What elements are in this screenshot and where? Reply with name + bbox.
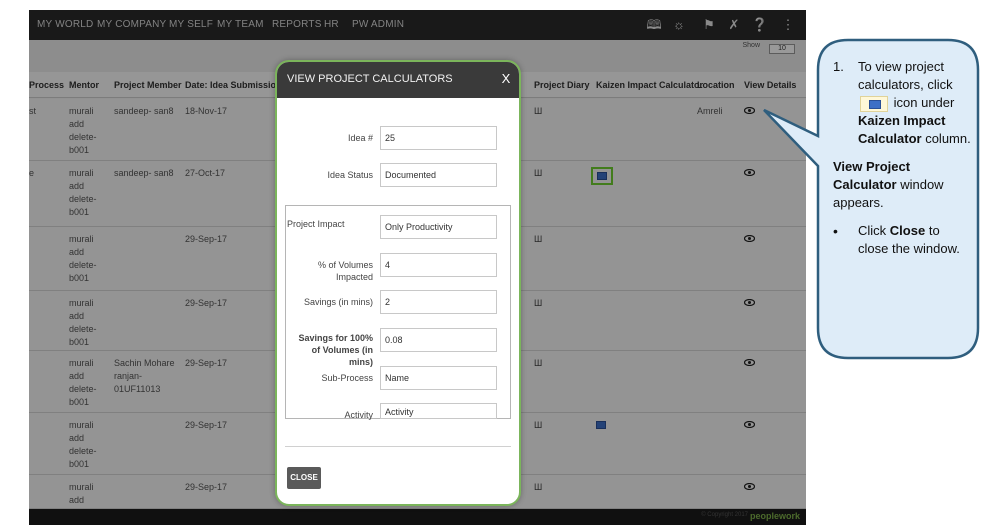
dialog-title: VIEW PROJECT CALCULATORS [287, 73, 453, 85]
tutorial-slide: MY WORLD MY COMPANY MY SELF MY TEAM REPO… [0, 0, 983, 530]
bullet-prefix: Click [858, 223, 887, 238]
step-text-part: icon under [893, 95, 955, 110]
sub-process-label: Sub-Process [321, 373, 373, 383]
savings-label: Savings (in mins) [303, 297, 373, 307]
idea-number-label: Idea # [347, 133, 373, 143]
callout-text: 1. To view project calculators, click ic… [833, 58, 973, 258]
step-number: 1. [833, 59, 844, 74]
dialog-header: VIEW PROJECT CALCULATORS X [277, 62, 519, 98]
idea-number-field[interactable]: 25 [380, 126, 497, 150]
kaizen-calculator-icon [860, 95, 888, 112]
idea-status-field[interactable]: Documented [380, 163, 497, 187]
step-text-part: column. [925, 131, 971, 146]
activity-field[interactable]: Activity [380, 403, 497, 419]
divider [285, 446, 511, 447]
view-project-calculators-dialog: VIEW PROJECT CALCULATORS X Idea # 25 Ide… [275, 60, 521, 506]
calculator-glyph [869, 99, 881, 109]
activity-label: Activity [344, 410, 373, 420]
idea-status-label: Idea Status [327, 170, 373, 180]
step-1-text: To view project calculators, click icon … [858, 58, 973, 148]
savings-100-label: Savings for 100% of Volumes (in mins) [298, 333, 373, 367]
close-button[interactable]: CLOSE [287, 467, 321, 489]
step-text-part: To view project calculators, click [858, 59, 953, 92]
bullet-dot: • [833, 223, 838, 239]
volumes-impacted-field[interactable]: 4 [380, 253, 497, 277]
volumes-impacted-label: % of Volumes Impacted [317, 260, 373, 282]
savings-field[interactable]: 2 [380, 290, 497, 314]
para-bold-text: View Project Calculator [833, 159, 911, 192]
bullet-item: • Click Close to close the window. [833, 222, 973, 258]
close-icon[interactable]: X [499, 71, 513, 87]
paragraph: View Project Calculator window appears. [833, 158, 973, 212]
project-impact-label: Project Impact [287, 219, 345, 229]
app-screenshot: MY WORLD MY COMPANY MY SELF MY TEAM REPO… [29, 10, 806, 525]
savings-100-field[interactable]: 0.08 [380, 328, 497, 352]
bullet-bold: Close [889, 223, 926, 238]
project-impact-field[interactable]: Only Productivity [380, 215, 497, 239]
bullet-text: Click Close to close the window. [858, 222, 973, 258]
sub-process-field[interactable]: Name [380, 366, 497, 390]
